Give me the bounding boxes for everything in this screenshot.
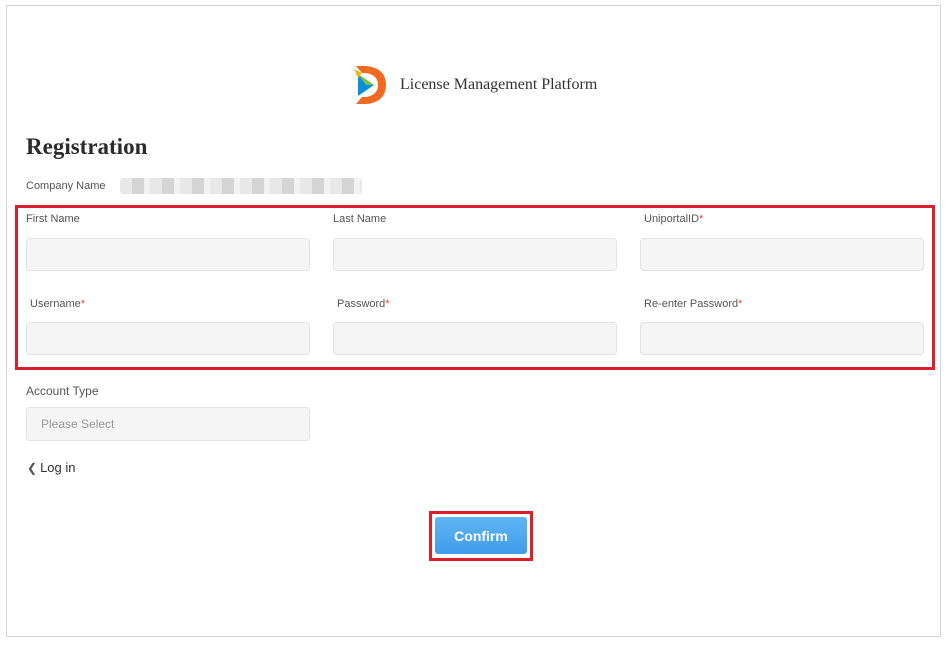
password-field[interactable] [333, 322, 617, 355]
username-label: Username* [30, 298, 86, 310]
first-name-field[interactable] [26, 238, 310, 271]
account-type-label: Account Type [26, 384, 99, 398]
first-name-label: First Name [26, 213, 80, 225]
confirm-button[interactable]: Confirm [435, 517, 527, 554]
required-mark: * [738, 298, 743, 310]
chevron-left-icon: ❮ [27, 460, 38, 475]
last-name-field[interactable] [333, 238, 617, 271]
brand-name: License Management Platform [400, 76, 598, 93]
required-mark: * [699, 213, 704, 225]
login-link-label: Log in [40, 460, 76, 475]
brand-logo-icon [352, 64, 388, 106]
uniportal-id-label: UniportalID* [644, 213, 704, 225]
login-link[interactable]: ❮ Log in [27, 460, 75, 475]
brand-header: License Management Platform [352, 64, 597, 106]
uniportal-id-field[interactable] [640, 238, 924, 271]
last-name-label: Last Name [333, 213, 387, 225]
company-name-value-obscured [120, 178, 362, 194]
required-mark: * [80, 298, 86, 310]
company-name-label: Company Name [26, 180, 106, 192]
page-title: Registration [26, 134, 148, 159]
reenter-password-field[interactable] [640, 322, 924, 355]
username-field[interactable] [26, 322, 310, 355]
reenter-password-label: Re-enter Password* [644, 298, 743, 310]
account-type-select[interactable]: Please Select [26, 407, 310, 441]
required-mark: * [385, 298, 390, 310]
password-label: Password* [337, 298, 390, 310]
